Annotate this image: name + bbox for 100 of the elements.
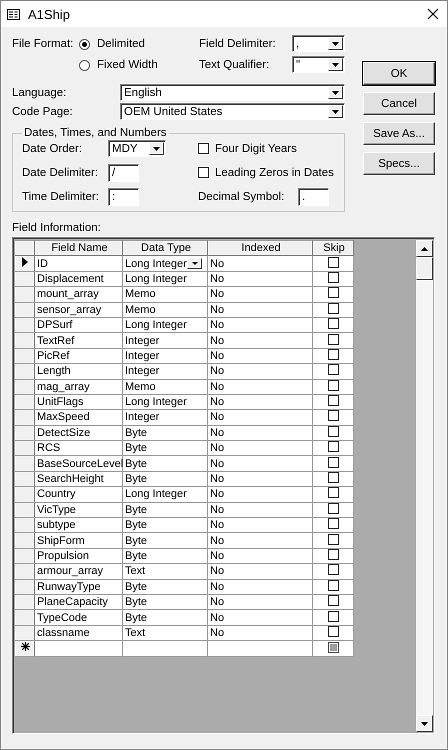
time-delimiter-field[interactable]: : xyxy=(108,188,139,206)
dialog-button[interactable]: Specs... xyxy=(363,152,435,175)
table-cell: No xyxy=(208,486,312,502)
table-cell: Long Integer xyxy=(122,271,208,287)
skip-checkbox[interactable] xyxy=(328,348,338,360)
skip-checkbox[interactable] xyxy=(328,364,338,376)
dropdown-arrow-icon[interactable] xyxy=(332,110,339,114)
table-cell: Byte xyxy=(122,440,208,456)
table-cell: PlaneCapacity xyxy=(34,594,122,610)
skip-checkbox[interactable] xyxy=(328,472,338,484)
checkbox[interactable] xyxy=(198,143,209,154)
data-type-dropdown[interactable]: Long Integer xyxy=(122,256,208,272)
radio-label[interactable]: Delimited xyxy=(97,38,145,50)
text-qualifier-label: Text Qualifier: xyxy=(199,58,270,70)
skip-checkbox[interactable] xyxy=(328,380,338,391)
table-cell: No xyxy=(208,610,312,626)
table-cell: No xyxy=(208,502,312,518)
decimal-symbol-field[interactable]: . xyxy=(298,188,329,206)
close-icon[interactable] xyxy=(427,8,439,20)
skip-checkbox[interactable] xyxy=(328,395,338,406)
table-cell: No xyxy=(208,302,312,318)
time-delimiter-label: Time Delimiter: xyxy=(22,190,100,202)
skip-checkbox[interactable] xyxy=(328,410,338,422)
skip-checkbox[interactable] xyxy=(328,487,338,498)
checkbox-label[interactable]: Four Digit Years xyxy=(215,142,297,154)
table-cell: Long Integer xyxy=(122,486,208,502)
skip-checkbox[interactable] xyxy=(328,334,338,345)
skip-checkbox[interactable] xyxy=(328,256,338,268)
code-page-dropdown[interactable]: OEM United States xyxy=(120,103,345,120)
skip-checkbox[interactable] xyxy=(328,502,338,514)
scrollbar-thumb[interactable] xyxy=(416,257,433,280)
date-order-dropdown[interactable]: MDY xyxy=(108,140,166,157)
table-cell: Propulsion xyxy=(34,548,122,564)
table-cell: Byte xyxy=(122,456,208,472)
dialog-button[interactable]: Save As... xyxy=(363,122,435,145)
app-icon xyxy=(7,8,20,20)
dialog-button[interactable]: OK xyxy=(363,62,435,85)
skip-checkbox[interactable] xyxy=(328,456,338,468)
column-header[interactable]: Field Name xyxy=(34,240,122,256)
radio-label[interactable]: Fixed Width xyxy=(97,59,158,71)
table-cell: Text xyxy=(122,625,208,641)
table-cell: Displacement xyxy=(34,271,122,287)
radio-button[interactable] xyxy=(79,60,90,70)
dropdown-arrow-icon[interactable] xyxy=(192,262,198,266)
field-delimiter-dropdown[interactable]: , xyxy=(292,35,345,52)
table-cell: Byte xyxy=(122,610,208,626)
current-row-icon xyxy=(22,257,28,268)
row-selector[interactable] xyxy=(16,256,34,272)
skip-checkbox[interactable] xyxy=(328,426,338,437)
table-cell: ShipForm xyxy=(34,532,122,548)
table-cell: No xyxy=(208,364,312,380)
skip-checkbox[interactable] xyxy=(328,564,338,576)
dropdown-arrow-icon[interactable] xyxy=(332,90,339,94)
table-cell: Integer xyxy=(122,332,208,348)
table-cell: DetectSize xyxy=(34,425,122,441)
column-header[interactable]: Indexed xyxy=(208,240,312,256)
text-qualifier-dropdown[interactable]: " xyxy=(292,56,345,73)
table-cell: No xyxy=(208,271,312,287)
date-delimiter-field[interactable]: / xyxy=(108,164,139,182)
dropdown-arrow-icon[interactable] xyxy=(153,146,160,150)
table-cell: PicRef xyxy=(34,348,122,364)
table-cell: Long Integer xyxy=(122,317,208,333)
decimal-symbol-label: Decimal Symbol: xyxy=(198,190,286,202)
skip-checkbox[interactable] xyxy=(328,534,338,545)
group-title: Dates, Times, and Numbers xyxy=(23,127,168,139)
skip-checkbox[interactable] xyxy=(328,626,338,637)
dropdown-arrow-icon[interactable] xyxy=(332,62,339,66)
table-cell: No xyxy=(208,579,312,594)
scroll-up-icon[interactable] xyxy=(421,246,428,250)
skip-checkbox[interactable] xyxy=(328,287,338,298)
language-dropdown[interactable]: English xyxy=(120,84,345,101)
checkbox-label[interactable]: Leading Zeros in Dates xyxy=(215,166,334,178)
column-header[interactable]: Data Type xyxy=(122,240,208,256)
table-cell: No xyxy=(208,518,312,533)
skip-checkbox[interactable] xyxy=(328,272,338,283)
table-cell: No xyxy=(208,594,312,610)
radio-button[interactable] xyxy=(79,38,90,50)
skip-checkbox[interactable] xyxy=(328,549,338,560)
table-cell: BaseSourceLevel xyxy=(34,456,122,472)
table-cell: SearchHeight xyxy=(34,471,122,487)
dialog-button[interactable]: Cancel xyxy=(363,92,435,115)
column-header[interactable]: Skip xyxy=(312,240,354,256)
table-cell: mag_array xyxy=(34,379,122,394)
skip-checkbox[interactable] xyxy=(328,302,338,314)
skip-checkbox[interactable] xyxy=(328,610,338,622)
table-cell: No xyxy=(208,625,312,641)
dropdown-arrow-icon[interactable] xyxy=(332,42,339,46)
table-cell: No xyxy=(208,348,312,364)
table-cell: VicType xyxy=(34,502,122,518)
scroll-down-icon[interactable] xyxy=(421,722,428,726)
table-cell: No xyxy=(208,256,312,272)
scrollbar[interactable] xyxy=(416,240,433,732)
skip-checkbox[interactable] xyxy=(328,595,338,606)
table-cell: No xyxy=(208,548,312,564)
skip-checkbox[interactable] xyxy=(328,441,338,452)
checkbox[interactable] xyxy=(198,167,209,178)
skip-checkbox[interactable] xyxy=(328,518,338,530)
table-cell: No xyxy=(208,379,312,394)
skip-checkbox[interactable] xyxy=(328,580,338,591)
skip-checkbox[interactable] xyxy=(328,318,338,330)
